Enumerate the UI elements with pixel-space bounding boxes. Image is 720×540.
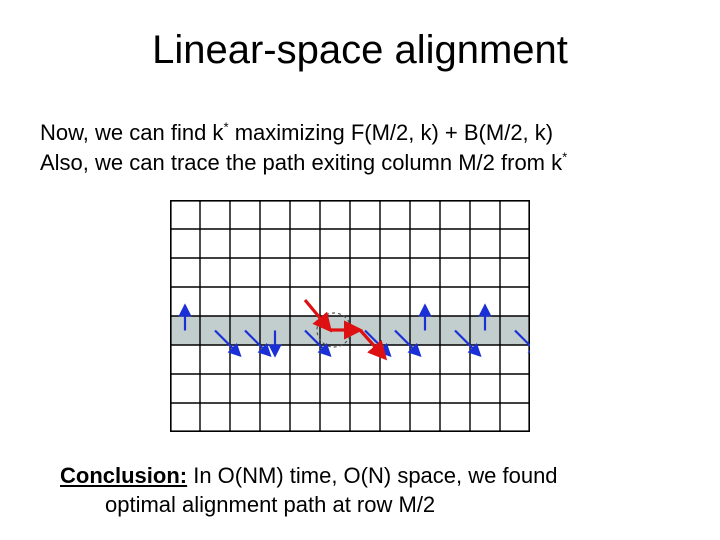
line-1-a: Now, we can find k (40, 120, 223, 145)
conclusion-text-b: optimal alignment path at row M/2 (60, 491, 660, 520)
line-2-a: Also, we can trace the path exiting colu… (40, 150, 562, 175)
conclusion-label: Conclusion: (60, 463, 187, 488)
body-text: Now, we can find k * maximizing F(M/2, k)… (40, 118, 680, 177)
conclusion-text-a: In O(NM) time, O(N) space, we found (187, 463, 557, 488)
slide: Linear-space alignment Now, we can find … (0, 0, 720, 540)
line-1-b: maximizing F(M/2, k) + B(M/2, k) (229, 120, 554, 145)
alignment-grid-diagram (170, 200, 530, 432)
line-2: Also, we can trace the path exiting colu… (40, 148, 680, 178)
slide-title: Linear-space alignment (0, 28, 720, 73)
conclusion: Conclusion: In O(NM) time, O(N) space, w… (60, 462, 660, 519)
line-1: Now, we can find k* maximizing F(M/2, k)… (40, 118, 680, 148)
line-2-sup: * (562, 149, 567, 164)
